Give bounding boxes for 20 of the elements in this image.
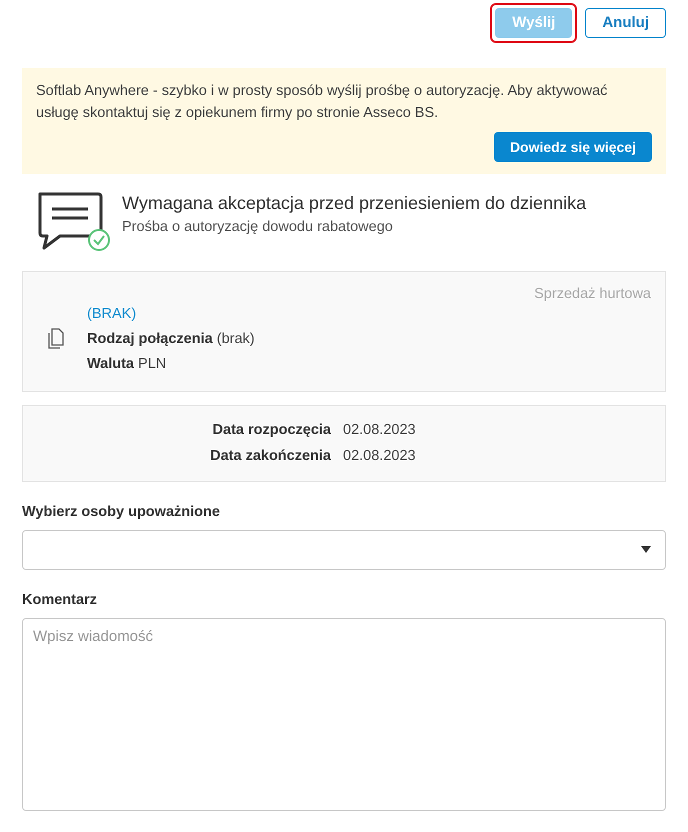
date-label: Data zakończenia [209,446,331,466]
date-value: 02.08.2023 [343,446,416,466]
document-icon [47,328,65,350]
chat-check-icon [36,190,110,254]
document-field: Rodzaj połączenia (brak) [87,326,255,352]
comment-label: Komentarz [22,590,98,610]
date-value: 02.08.2023 [343,420,416,440]
banner-text: Softlab Anywhere - szybko i w prosty sposób wyślij prośbę o autoryzację. Aby aktywować usługę skontaktuj się z opiekunem firmy po stronie Asseco BS. [36,82,608,123]
date-label: Data rozpoczęcia [212,420,331,440]
request-subtitle: Prośba o autoryzację dowodu rabatowego [122,218,394,237]
document-link[interactable]: (BRAK) [87,302,255,327]
dropdown-arrow-icon [641,546,651,554]
cancel-button[interactable]: Anuluj [585,8,666,38]
document-field: Waluta PLN [87,352,255,377]
request-title: Wymagana akceptacja przed przeniesieniem do dziennika [122,192,586,215]
learn-more-button[interactable]: Dowiedz się więcej [494,132,652,162]
category-label: Sprzedaż hurtowa [534,285,651,304]
authorized-select[interactable] [22,530,666,570]
select-label: Wybierz osoby upoważnione [22,503,221,522]
comment-field[interactable]: Wpisz wiadomość [22,618,666,810]
